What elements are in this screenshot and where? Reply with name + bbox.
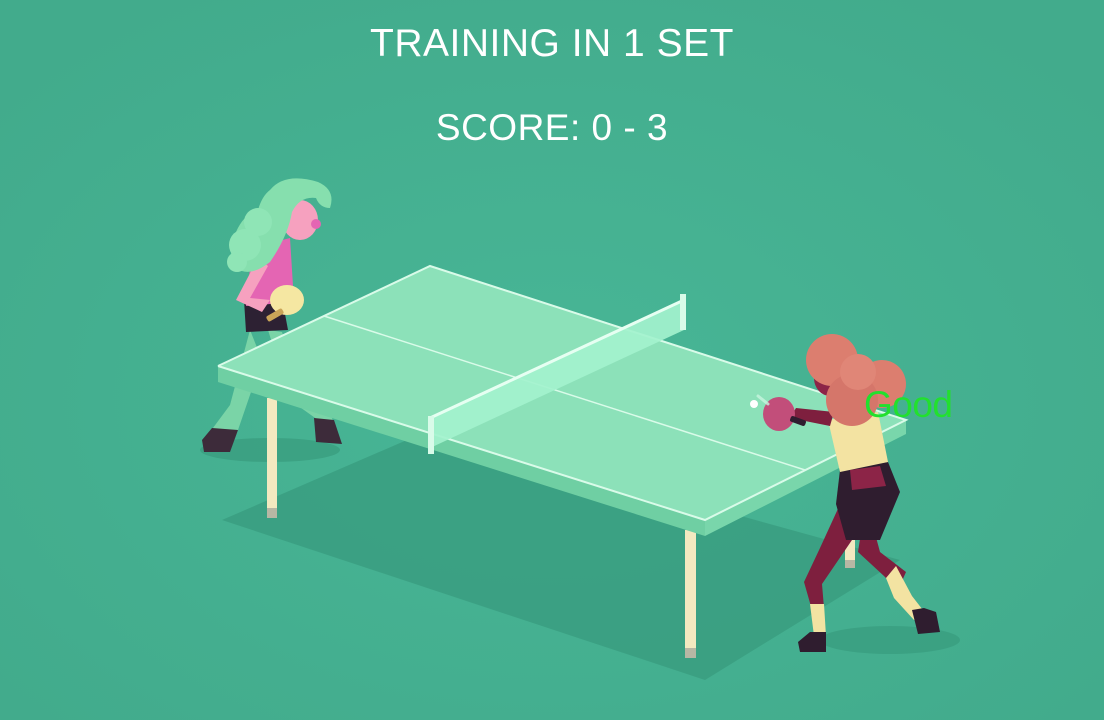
hit-feedback-label: Good [864,384,953,425]
match-mode-title: TRAINING IN 1 SET [370,22,734,65]
score-display: SCORE: 0 - 3 [435,107,669,148]
table-leg-back-left [267,398,277,516]
opponent-paddle [270,285,304,315]
ping-pong-ball [750,400,758,408]
table-leg-front [685,530,696,652]
